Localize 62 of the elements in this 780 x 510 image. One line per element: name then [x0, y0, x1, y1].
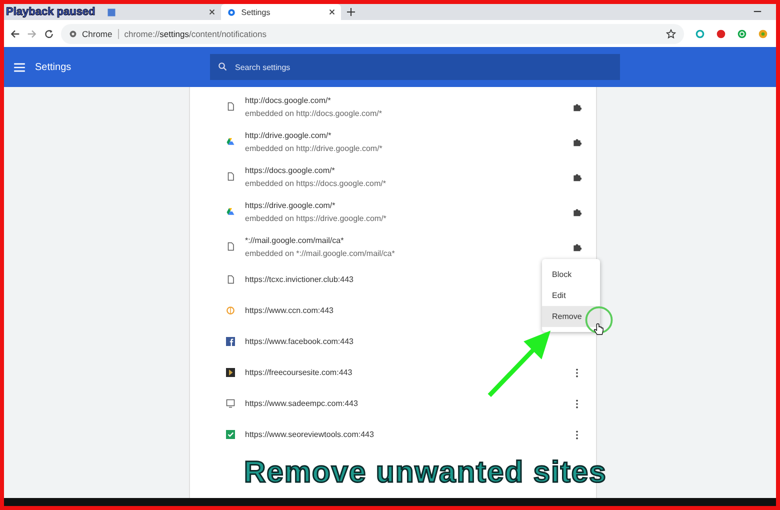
more-icon[interactable]: [575, 430, 579, 440]
puzzle-icon[interactable]: [572, 206, 582, 216]
file-icon: [226, 242, 235, 251]
page-title: Settings: [35, 62, 72, 72]
file-icon: [226, 102, 235, 111]
menu-item[interactable]: Edit: [542, 285, 600, 306]
extension-icon[interactable]: [695, 28, 705, 38]
puzzle-icon[interactable]: [572, 242, 582, 252]
embedded-text: embedded on https://docs.google.com/*: [245, 178, 386, 188]
search-field[interactable]: Search settings: [210, 54, 620, 80]
checkmark-icon: [226, 430, 235, 439]
search-icon: [218, 62, 227, 71]
drive-icon: [226, 207, 235, 216]
stop-icon[interactable]: [716, 28, 726, 38]
puzzle-icon[interactable]: [572, 136, 582, 146]
site-url: https://freecoursesite.com:443: [245, 368, 352, 377]
drive-icon: [226, 137, 235, 146]
site-url: http://docs.google.com/*: [245, 96, 332, 104]
more-icon[interactable]: [575, 398, 579, 408]
site-url: https://www.facebook.com:443: [245, 337, 354, 346]
embedded-text: embedded on http://drive.google.com/*: [245, 144, 382, 152]
site-chip: Chrome: [82, 28, 120, 38]
extension-icon[interactable]: [758, 28, 768, 38]
site-url: https://tcxc.invictioner.club:443: [245, 275, 354, 284]
menu-item[interactable]: Remove: [542, 306, 600, 327]
browser-tab[interactable]: Settings: [221, 4, 342, 20]
facebook-icon: [226, 337, 235, 346]
extension-icon[interactable]: [737, 28, 747, 38]
site-icon: [226, 368, 235, 377]
site-url: https://www.seoreviewtools.com:443: [245, 430, 374, 439]
site-url: https://docs.google.com/*: [245, 166, 336, 174]
back-icon[interactable]: [10, 28, 20, 38]
playback-label: Playback paused: [6, 6, 96, 18]
monitor-icon: [226, 399, 235, 408]
close-icon[interactable]: [329, 9, 336, 15]
file-icon: [226, 275, 235, 284]
site-url: https://www.sadeempc.com:443: [245, 399, 358, 408]
menu-icon[interactable]: [14, 62, 25, 72]
page-icon: [107, 8, 116, 16]
site-url: https://drive.google.com/*: [245, 200, 336, 210]
chrome-icon: [69, 30, 77, 38]
site-url: *://mail.google.com/mail/ca*: [245, 236, 345, 244]
site-url: http://drive.google.com/*: [245, 130, 332, 140]
menu-item[interactable]: Block: [542, 264, 600, 285]
embedded-text: embedded on *://mail.google.com/mail/ca*: [245, 248, 395, 258]
site-url: https://www.ccn.com:443: [245, 306, 334, 315]
close-icon[interactable]: [209, 9, 216, 15]
address-bar[interactable]: Chrome chrome://settings/content/notifications: [61, 24, 684, 44]
reload-icon[interactable]: [44, 28, 54, 38]
caption-text: Remove unwanted sites: [244, 455, 607, 491]
highlight-circle: [584, 305, 614, 335]
more-icon[interactable]: [575, 368, 579, 378]
url-text: chrome://settings/content/notifications: [124, 28, 266, 38]
gear-icon: [227, 8, 236, 16]
puzzle-icon[interactable]: [572, 102, 582, 112]
new-tab-icon[interactable]: [347, 8, 356, 16]
embedded-text: embedded on http://docs.google.com/*: [245, 108, 382, 118]
globe-icon: [226, 306, 235, 315]
file-icon: [226, 172, 235, 181]
puzzle-icon[interactable]: [572, 172, 582, 182]
embedded-text: embedded on https://drive.google.com/*: [245, 214, 386, 222]
star-icon[interactable]: [666, 28, 676, 38]
